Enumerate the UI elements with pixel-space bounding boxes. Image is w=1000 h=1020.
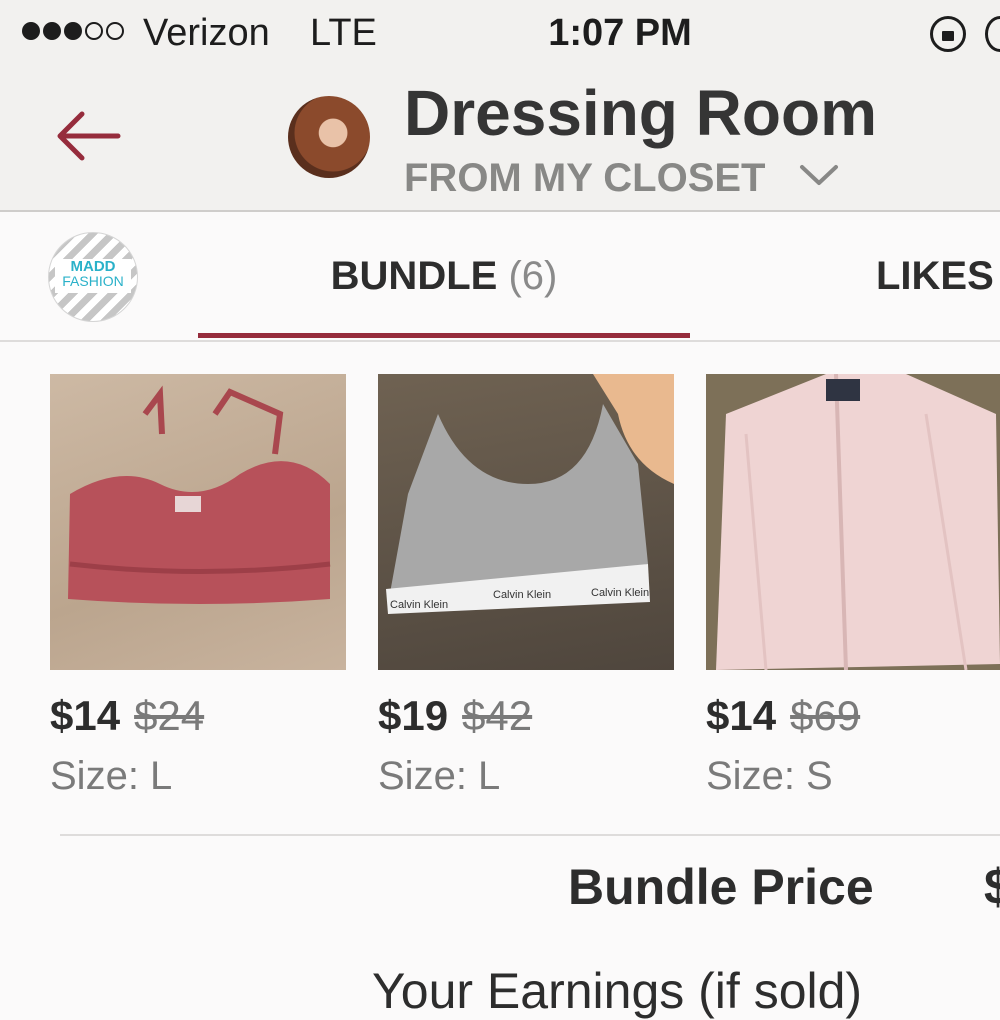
tab-bar: MADD FASHION BUNDLE (6) LIKES — [0, 212, 1000, 342]
sports-bra-image: Calvin Klein Calvin Klein Calvin Klein — [386, 374, 674, 614]
seller-logo[interactable]: MADD FASHION — [48, 232, 138, 322]
item-price: $14 — [706, 692, 777, 739]
shirt-image — [716, 374, 1000, 670]
brand-print-1: Calvin Klein — [390, 599, 448, 611]
status-bar: Verizon LTE 1:07 PM — [0, 0, 1000, 70]
arrow-left-icon — [57, 111, 121, 161]
bundle-price-label: Bundle Price — [568, 859, 874, 915]
logo-line-2: FASHION — [62, 273, 124, 289]
back-button[interactable] — [52, 108, 122, 164]
chevron-down-icon — [799, 165, 838, 186]
item-photo[interactable] — [706, 374, 1000, 670]
tab-bundle-count: (6) — [508, 254, 558, 298]
bundle-price-value: $ — [984, 859, 1000, 915]
navigation-bar: Dressing Room FROM MY CLOSET — [0, 70, 1000, 212]
bundle-item[interactable]: Calvin Klein Calvin Klein Calvin Klein $… — [378, 374, 674, 799]
item-original-price: $42 — [462, 692, 533, 739]
page-title: Dressing Room — [404, 77, 877, 149]
item-size: Size: L — [50, 754, 173, 798]
brand-print-2: Calvin Klein — [493, 589, 551, 601]
item-size: Size: S — [706, 754, 833, 798]
bralette-image — [68, 385, 331, 604]
item-size: Size: L — [378, 754, 501, 798]
tab-bundle[interactable]: BUNDLE (6) — [198, 212, 690, 340]
seller-logo-text: MADD FASHION — [55, 259, 131, 293]
brand-print-3: Calvin Klein — [591, 587, 649, 599]
item-price-row: $14 $24 — [50, 692, 346, 740]
item-price: $19 — [378, 692, 449, 739]
item-photo[interactable] — [50, 374, 346, 670]
item-photo[interactable]: Calvin Klein Calvin Klein Calvin Klein — [378, 374, 674, 670]
earnings-label: Your Earnings (if sold) — [372, 963, 863, 1019]
item-price-row: $14 $69 — [706, 692, 1000, 740]
item-price: $14 — [50, 692, 121, 739]
logo-line-1: MADD — [70, 258, 116, 275]
status-time: 1:07 PM — [548, 12, 692, 54]
bundle-item[interactable]: $14 $69 Size: S — [706, 374, 1000, 799]
item-original-price: $24 — [134, 692, 205, 739]
avatar[interactable] — [288, 96, 370, 178]
section-divider — [60, 834, 1000, 836]
item-price-row: $19 $42 — [378, 692, 674, 740]
rotation-lock-icon — [930, 16, 966, 52]
closet-selector[interactable]: FROM MY CLOSET — [404, 156, 839, 201]
bundle-item[interactable]: $14 $24 Size: L — [50, 374, 346, 799]
tab-bundle-label: BUNDLE — [330, 254, 498, 298]
active-tab-indicator — [198, 333, 690, 338]
item-original-price: $69 — [790, 692, 861, 739]
tab-likes[interactable]: LIKES — [876, 212, 994, 340]
closet-selector-label: FROM MY CLOSET — [404, 156, 766, 200]
